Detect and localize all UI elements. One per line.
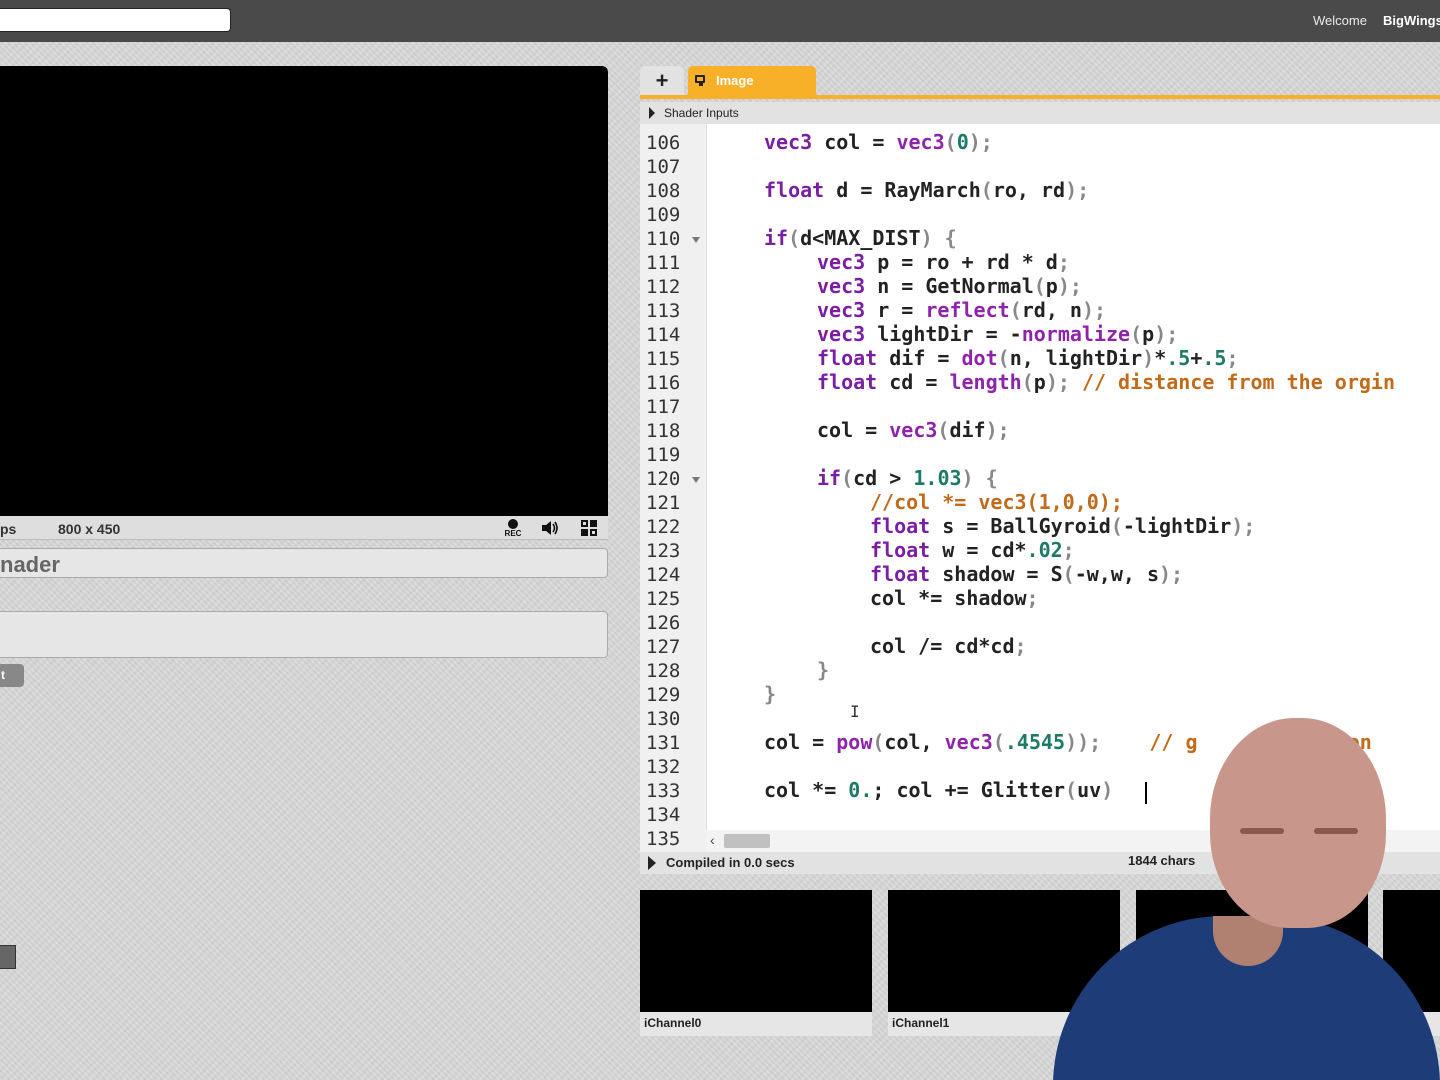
record-button[interactable]: REC xyxy=(502,518,524,538)
line-number: 118 xyxy=(646,420,681,442)
line-number: 109 xyxy=(646,204,681,226)
line-number: 108 xyxy=(646,180,681,202)
code-line: col = vec3(dif); xyxy=(817,418,1010,442)
channel-label: iChannel0 xyxy=(644,1016,702,1030)
image-icon[interactable] xyxy=(0,945,16,969)
fold-arrow-icon[interactable] xyxy=(692,237,700,243)
code-line: col *= shadow; xyxy=(870,586,1039,610)
line-number: 112 xyxy=(646,276,681,298)
code-line: col /= cd*cd; xyxy=(870,634,1027,658)
record-icon xyxy=(508,519,518,529)
line-number: 107 xyxy=(646,156,681,178)
username-link[interactable]: BigWings xyxy=(1383,13,1440,28)
code-line: } xyxy=(764,682,777,706)
line-number: 110 xyxy=(646,228,681,250)
line-number: 113 xyxy=(646,300,681,322)
webcam-overlay xyxy=(1052,718,1440,1080)
code-line: float cd = length(p); // distance from t… xyxy=(817,370,1396,394)
shader-description-field[interactable] xyxy=(0,611,608,658)
code-line: vec3 r = reflect(rd, n); xyxy=(817,298,1107,322)
fold-arrow-icon[interactable] xyxy=(692,477,700,483)
add-tab-button[interactable]: + xyxy=(640,66,684,95)
line-number: 128 xyxy=(646,660,681,682)
record-label: REC xyxy=(504,529,522,538)
line-number: 124 xyxy=(646,564,681,586)
line-number: 115 xyxy=(646,348,681,370)
channel-slot-0[interactable]: iChannel0 xyxy=(640,890,872,1036)
line-number: 134 xyxy=(646,804,681,826)
shader-viewer-canvas[interactable] xyxy=(0,66,608,516)
line-number-gutter: 106 107 108 109 110 111 112 113 114 115 … xyxy=(640,124,707,852)
presenter-shirt xyxy=(1053,916,1440,1080)
top-bar: Welcome BigWings xyxy=(0,0,1440,42)
code-line: if(d<MAX_DIST) { xyxy=(764,226,957,250)
presenter-head xyxy=(1210,718,1386,928)
expand-arrow-icon xyxy=(649,107,655,119)
line-number: 111 xyxy=(646,252,681,274)
code-line: vec3 p = ro + rd * d; xyxy=(817,250,1070,274)
search-input[interactable] xyxy=(0,8,231,32)
line-number: 116 xyxy=(646,372,681,394)
fullscreen-button[interactable] xyxy=(580,519,598,537)
welcome-label: Welcome xyxy=(1313,13,1367,28)
tab-image-label: Image xyxy=(716,73,754,88)
channel-label: iChannel1 xyxy=(892,1016,950,1030)
volume-icon xyxy=(542,521,558,535)
expand-arrow-icon[interactable] xyxy=(648,856,656,870)
code-line: vec3 n = GetNormal(p); xyxy=(817,274,1082,298)
line-number: 130 xyxy=(646,708,681,730)
code-line: float dif = dot(n, lightDir)*.5+.5; xyxy=(817,346,1239,370)
line-number: 125 xyxy=(646,588,681,610)
code-line: float s = BallGyroid(-lightDir); xyxy=(870,514,1256,538)
line-number: 114 xyxy=(646,324,681,346)
scroll-left-icon[interactable]: ‹ xyxy=(710,832,715,848)
shader-title-field[interactable]: nader xyxy=(0,548,608,578)
code-line: float w = cd*.02; xyxy=(870,538,1075,562)
plus-icon: + xyxy=(655,68,669,93)
line-number: 127 xyxy=(646,636,681,658)
line-number: 121 xyxy=(646,492,681,514)
shader-title: nader xyxy=(0,552,60,577)
text-cursor-icon: I xyxy=(850,702,860,721)
line-number: 117 xyxy=(646,396,681,418)
resolution-readout: 800 x 450 xyxy=(58,521,121,537)
tab-underline xyxy=(640,95,1440,99)
line-number: 106 xyxy=(646,132,681,154)
shader-inputs-toggle[interactable]: Shader Inputs xyxy=(640,102,1440,124)
code-line: vec3 lightDir = -normalize(p); xyxy=(817,322,1179,346)
fps-readout: ps xyxy=(0,521,17,537)
line-number: 123 xyxy=(646,540,681,562)
line-number: 129 xyxy=(646,684,681,706)
code-line: float d = RayMarch(ro, rd); xyxy=(764,178,1090,202)
volume-button[interactable] xyxy=(540,519,560,537)
viewer-toolbar: ps 800 x 450 REC xyxy=(0,516,608,540)
code-line: //col *= vec3(1,0,0); xyxy=(870,490,1123,514)
line-number: 133 xyxy=(646,780,681,802)
scrollbar-thumb[interactable] xyxy=(724,834,770,848)
line-number: 120 xyxy=(646,468,681,490)
code-line: if(cd > 1.03) { xyxy=(817,466,998,490)
compile-status: Compiled in 0.0 secs xyxy=(666,855,795,870)
code-line: float shadow = S(-w,w, s); xyxy=(870,562,1184,586)
line-number: 131 xyxy=(646,732,681,754)
channel-texture[interactable] xyxy=(640,890,872,1012)
line-number: 119 xyxy=(646,444,681,466)
fullscreen-icon xyxy=(581,520,597,536)
tab-image[interactable]: Image xyxy=(688,66,816,95)
line-number: 135 xyxy=(646,828,681,850)
code-line: vec3 col = vec3(0); xyxy=(764,130,993,154)
line-number: 132 xyxy=(646,756,681,778)
line-number: 126 xyxy=(646,612,681,634)
monitor-icon xyxy=(695,75,705,86)
shader-inputs-label: Shader Inputs xyxy=(664,106,739,120)
code-line: } xyxy=(817,658,830,682)
line-number: 122 xyxy=(646,516,681,538)
submit-button[interactable]: t xyxy=(0,664,24,687)
